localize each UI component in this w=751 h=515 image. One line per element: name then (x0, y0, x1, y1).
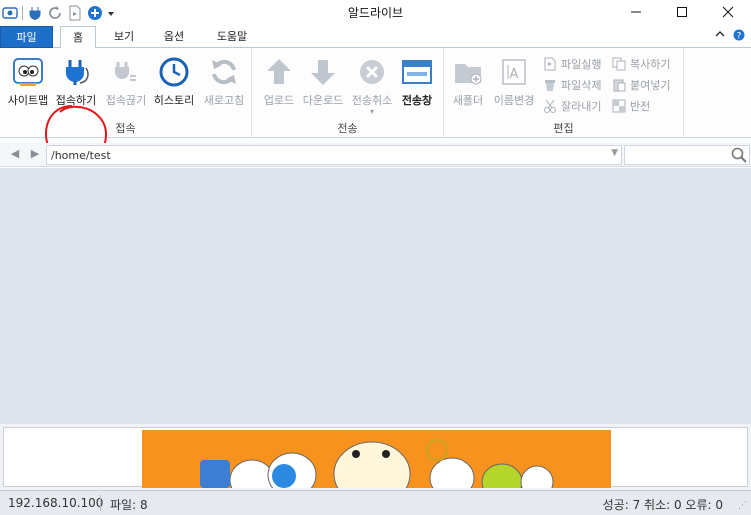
tab-file[interactable]: 파일 (0, 26, 53, 48)
maximize-icon (677, 7, 687, 17)
tab-view[interactable]: 보기 (104, 26, 144, 48)
collapse-ribbon-icon[interactable] (715, 29, 725, 44)
address-path: /home/test (51, 149, 111, 162)
minimize-icon (631, 11, 641, 13)
ad-banner-frame (3, 427, 748, 488)
refresh-icon[interactable] (47, 5, 63, 21)
refresh-button[interactable]: 새로고침 (198, 56, 250, 108)
run-file-icon (542, 56, 558, 72)
svg-text:?: ? (737, 32, 742, 42)
address-row: ◀ ▶ /home/test ▼ (0, 143, 751, 167)
invert-icon (611, 98, 627, 114)
refresh-arrows-icon (208, 56, 240, 88)
close-button[interactable] (705, 0, 751, 24)
maximize-button[interactable] (659, 0, 705, 24)
status-bar: 192.168.10.100 파일: 8 성공: 7 취소: 0 오류: 0 ⋰ (0, 490, 751, 515)
upload-arrow-icon (263, 56, 295, 88)
ribbon: 사이트맵 접속하기 접속끊기 히스토리 새로고침 접속 업로드 다운로드 전송취… (0, 48, 751, 166)
help-icon[interactable]: ? (733, 29, 745, 44)
transfer-window-button[interactable]: 전송창 (392, 56, 442, 108)
tab-home[interactable]: 홈 (60, 26, 96, 49)
disconnect-button[interactable]: 접속끊기 (100, 56, 152, 108)
resize-grip-icon[interactable]: ⋰ (738, 501, 747, 511)
run-file-button[interactable]: 파일실행 (542, 54, 601, 74)
add-circle-icon[interactable] (87, 5, 103, 21)
copy-button[interactable]: 복사하기 (611, 54, 670, 74)
group-label-edit: 편집 (553, 122, 574, 135)
trash-icon (542, 77, 558, 93)
tab-options[interactable]: 옵션 (152, 26, 196, 48)
status-separator (100, 495, 101, 511)
address-dropdown-icon[interactable]: ▼ (611, 148, 618, 158)
status-ip: 192.168.10.100 (8, 496, 104, 510)
search-icon[interactable] (731, 147, 747, 166)
group-label-connect: 접속 (115, 122, 136, 135)
plug-icon (60, 56, 92, 88)
app-logo-icon (2, 5, 18, 21)
invert-selection-button[interactable]: 반전 (611, 96, 650, 116)
forward-icon[interactable]: ▶ (28, 147, 42, 163)
new-folder-icon (452, 56, 484, 88)
sitemap-button[interactable]: 사이트맵 (2, 56, 54, 108)
delete-file-button[interactable]: 파일삭제 (542, 75, 601, 95)
window-controls (613, 0, 751, 24)
back-icon[interactable]: ◀ (8, 147, 22, 163)
connect-plug-icon[interactable] (27, 5, 43, 21)
sitemap-icon (12, 56, 44, 88)
history-button[interactable]: 히스토리 (148, 56, 200, 108)
group-label-transfer: 전송 (337, 122, 358, 135)
rename-icon: A (498, 56, 530, 88)
ribbon-group-connect: 사이트맵 접속하기 접속끊기 히스토리 새로고침 접속 (0, 48, 252, 138)
address-bar[interactable]: /home/test ▼ (46, 145, 622, 165)
close-icon (722, 6, 734, 18)
ad-banner[interactable] (142, 430, 611, 488)
document-icon[interactable] (67, 5, 83, 21)
ribbon-group-edit: 새폴더 A 이름변경 파일실행 파일삭제 잘라내기 복사하기 붙여넣기 반전 편… (444, 48, 684, 138)
banner-characters-icon (200, 438, 554, 488)
ad-banner-area (0, 424, 751, 490)
file-list-area[interactable] (0, 168, 751, 424)
scissors-icon (542, 98, 558, 114)
qat-dropdown-icon[interactable] (107, 5, 115, 21)
ribbon-group-transfer: 업로드 다운로드 전송취소 ▾ 전송창 전송 (252, 48, 444, 138)
cancel-dropdown-icon[interactable]: ▾ (347, 108, 397, 116)
status-transfer-summary: 성공: 7 취소: 0 오류: 0 (602, 498, 723, 512)
clock-icon (158, 56, 190, 88)
qat-separator (22, 6, 23, 20)
copy-icon (611, 56, 627, 72)
svg-text:A: A (510, 67, 519, 82)
title-bar: 알드라이브 (0, 0, 751, 26)
status-file-count: 파일: 8 (110, 498, 148, 512)
connect-button[interactable]: 접속하기 (50, 56, 102, 108)
download-button[interactable]: 다운로드 (298, 56, 348, 108)
paste-button[interactable]: 붙여넣기 (611, 75, 670, 95)
tab-help[interactable]: 도움말 (206, 26, 258, 48)
new-folder-button[interactable]: 새폴더 (444, 56, 492, 108)
ribbon-tabs: 파일 홈 보기 옵션 도움말 ? (0, 26, 751, 49)
unplug-icon (110, 56, 142, 88)
download-arrow-icon (307, 56, 339, 88)
quick-access-toolbar (2, 3, 115, 23)
cancel-transfer-button[interactable]: 전송취소 ▾ (347, 56, 397, 116)
minimize-button[interactable] (613, 0, 659, 24)
rename-button[interactable]: A 이름변경 (490, 56, 538, 108)
cut-button[interactable]: 잘라내기 (542, 96, 601, 116)
search-input[interactable] (624, 145, 750, 165)
paste-icon (611, 77, 627, 93)
transfer-window-icon (401, 56, 433, 88)
ribbon-right-controls: ? (715, 29, 745, 44)
cancel-circle-icon (356, 56, 388, 88)
